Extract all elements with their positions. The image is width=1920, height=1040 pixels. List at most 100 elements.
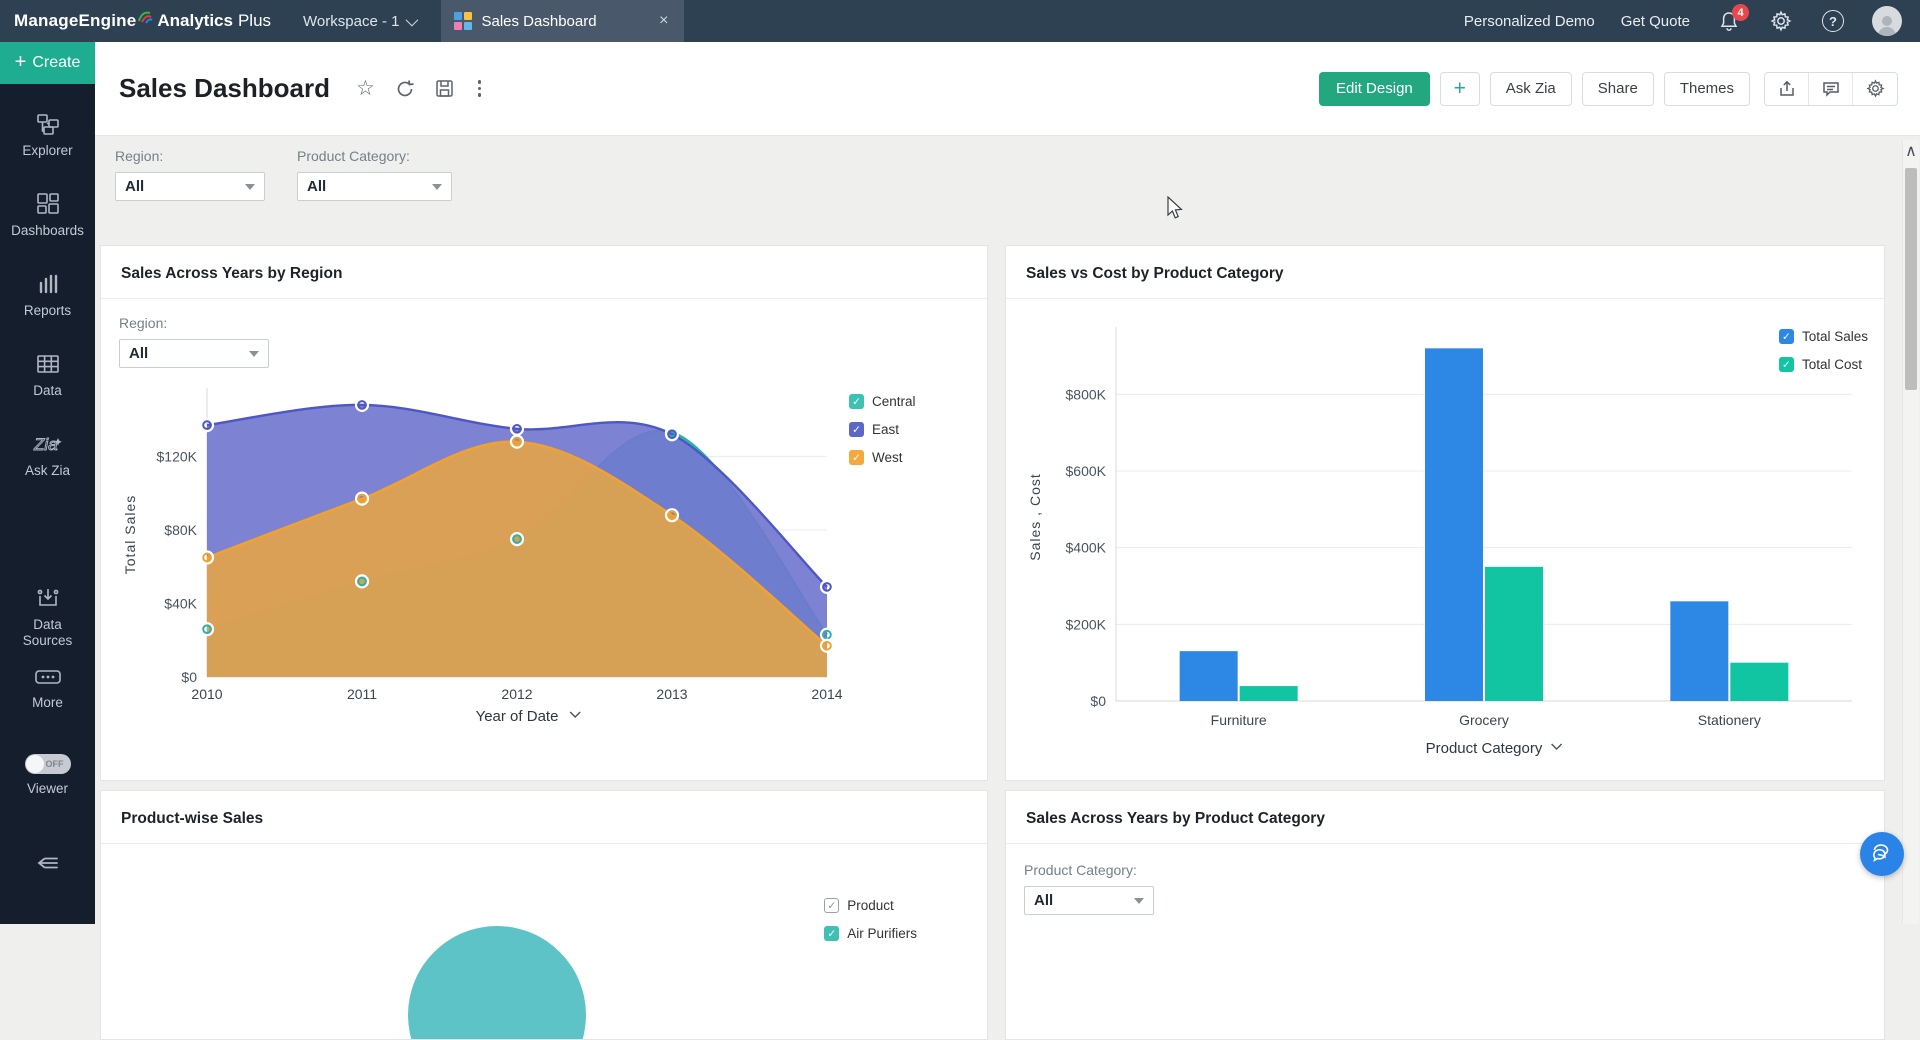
create-button[interactable]: + Create	[0, 42, 95, 84]
axis-label-chevron-icon	[1552, 744, 1562, 749]
collapse-arrow-icon	[35, 854, 61, 872]
legend-item-total-cost[interactable]: ✓ Total Cost	[1779, 357, 1868, 372]
x-axis-label[interactable]: Product Category	[1426, 740, 1543, 757]
bar-furniture-total-sales[interactable]	[1180, 651, 1238, 701]
tab-label: Sales Dashboard	[481, 13, 596, 30]
sidebar-item-reports[interactable]: Reports	[0, 272, 95, 334]
sidebar-item-more[interactable]: More	[0, 666, 95, 728]
legend-label: West	[872, 450, 903, 465]
category-filter-select[interactable]: All	[297, 172, 452, 201]
legend-item-west[interactable]: ✓ West	[849, 450, 916, 465]
sidebar-item-data-sources[interactable]: Data Sources	[0, 586, 95, 648]
help-button[interactable]: ?	[1820, 8, 1846, 34]
legend-checkbox[interactable]: ✓	[824, 926, 839, 941]
avatar-body-icon	[1878, 27, 1896, 36]
dashboard-tab-icon	[454, 12, 472, 30]
workspace-selector[interactable]: Workspace - 1	[287, 0, 441, 42]
panel-region-filter-label: Region:	[119, 315, 969, 331]
sidebar-item-dashboards[interactable]: Dashboards	[0, 192, 95, 254]
bar-grocery-total-cost[interactable]	[1485, 567, 1543, 701]
dropdown-caret-icon	[249, 351, 259, 357]
tab-sales-dashboard[interactable]: Sales Dashboard ×	[441, 0, 684, 42]
bar-chart-legend: ✓Total Sales✓Total Cost	[1779, 329, 1868, 372]
scrollbar-thumb[interactable]	[1905, 168, 1917, 390]
sidebar-item-explorer[interactable]: Explorer	[0, 112, 95, 174]
page-title: Sales Dashboard	[119, 73, 330, 104]
panel-product-wise-sales: Product-wise Sales ✓Product✓Air Purifier…	[100, 790, 988, 1040]
legend-checkbox[interactable]: ✓	[849, 394, 864, 409]
svg-text:$0: $0	[1090, 693, 1106, 709]
svg-text:$400K: $400K	[1066, 540, 1107, 556]
panel-title: Sales Across Years by Region	[101, 246, 987, 299]
themes-button[interactable]: Themes	[1664, 72, 1750, 106]
svg-text:$80K: $80K	[164, 522, 197, 538]
question-mark-icon: ?	[1822, 10, 1844, 32]
dashboards-icon	[35, 192, 61, 216]
user-avatar[interactable]	[1872, 6, 1902, 36]
bar-stationery-total-cost[interactable]	[1730, 663, 1788, 701]
area-chart: $0$40K$80K$120K20102011201220132014Total…	[119, 384, 849, 729]
comments-button[interactable]	[1809, 73, 1853, 105]
more-ellipsis-icon	[33, 666, 63, 688]
legend-label: Total Cost	[1802, 357, 1862, 372]
legend-item-east[interactable]: ✓East	[849, 422, 916, 437]
favorite-star-icon[interactable]: ☆	[356, 76, 375, 101]
data-table-icon	[35, 352, 61, 376]
notifications-button[interactable]: 4	[1716, 8, 1742, 34]
bar-furniture-total-cost[interactable]	[1240, 686, 1298, 701]
pie-chart	[408, 926, 586, 1040]
svg-text:2013: 2013	[656, 686, 687, 702]
gear-icon	[1866, 79, 1885, 98]
more-options-kebab-icon[interactable]	[474, 78, 486, 99]
bar-grocery-total-sales[interactable]	[1425, 348, 1483, 701]
get-quote-link[interactable]: Get Quote	[1621, 13, 1690, 30]
refresh-icon[interactable]	[395, 79, 415, 99]
brand-swoosh-icon	[137, 10, 153, 24]
legend-label: Central	[872, 394, 916, 409]
dropdown-caret-icon	[432, 184, 442, 190]
app-logo[interactable]: ManageEngine Analytics Plus	[0, 10, 287, 32]
legend-checkbox[interactable]: ✓	[1779, 329, 1794, 344]
personalized-demo-link[interactable]: Personalized Demo	[1464, 13, 1595, 30]
bar-stationery-total-sales[interactable]	[1670, 601, 1728, 701]
svg-text:$800K: $800K	[1066, 386, 1107, 402]
legend-checkbox[interactable]: ✓	[849, 422, 864, 437]
viewer-toggle[interactable]: OFF	[25, 754, 71, 774]
admin-settings-button[interactable]	[1768, 8, 1794, 34]
legend-checkbox[interactable]: ✓	[824, 898, 839, 913]
dashboard-header: Sales Dashboard ☆ Edit Design + Ask Zia …	[95, 42, 1920, 136]
explorer-icon	[35, 112, 61, 136]
legend-checkbox[interactable]: ✓	[1779, 357, 1794, 372]
tab-close-icon[interactable]: ×	[657, 12, 670, 30]
svg-text:Zia: Zia	[33, 435, 58, 454]
legend-item-central[interactable]: ✓ Central	[849, 394, 916, 409]
chat-fab-button[interactable]	[1860, 832, 1904, 876]
save-icon[interactable]	[435, 79, 454, 98]
panel-category-filter-select[interactable]: All	[1024, 886, 1154, 915]
legend-checkbox[interactable]: ✓	[849, 450, 864, 465]
region-filter-label: Region:	[115, 148, 265, 164]
legend-item-product[interactable]: ✓Product	[824, 898, 917, 913]
ask-zia-icon: Zia	[31, 432, 65, 456]
region-filter-select[interactable]: All	[115, 172, 265, 201]
scroll-up-arrow[interactable]: ∧	[1903, 140, 1919, 162]
x-axis-label[interactable]: Year of Date	[476, 708, 559, 725]
export-button[interactable]	[1765, 73, 1809, 105]
svg-text:Stationery: Stationery	[1698, 712, 1761, 728]
sidebar-collapse-button[interactable]	[35, 854, 61, 877]
legend-item-air-purifiers[interactable]: ✓Air Purifiers	[824, 926, 917, 941]
brand-suffix: Plus	[238, 11, 271, 31]
edit-design-button[interactable]: Edit Design	[1319, 72, 1430, 106]
export-icon	[1778, 80, 1796, 98]
sidebar-item-data[interactable]: Data	[0, 352, 95, 414]
ask-zia-button[interactable]: Ask Zia	[1490, 72, 1572, 106]
dashboard-settings-button[interactable]	[1853, 73, 1897, 105]
toggle-knob	[26, 755, 44, 773]
add-widget-button[interactable]: +	[1440, 72, 1480, 106]
workspace-label: Workspace - 1	[303, 13, 399, 30]
panel-region-filter-select[interactable]: All	[119, 339, 269, 368]
legend-item-total-sales[interactable]: ✓Total Sales	[1779, 329, 1868, 344]
share-button[interactable]: Share	[1582, 72, 1654, 106]
brand-name: ManageEngine	[14, 11, 136, 31]
sidebar-item-ask-zia[interactable]: Zia Ask Zia	[0, 432, 95, 494]
